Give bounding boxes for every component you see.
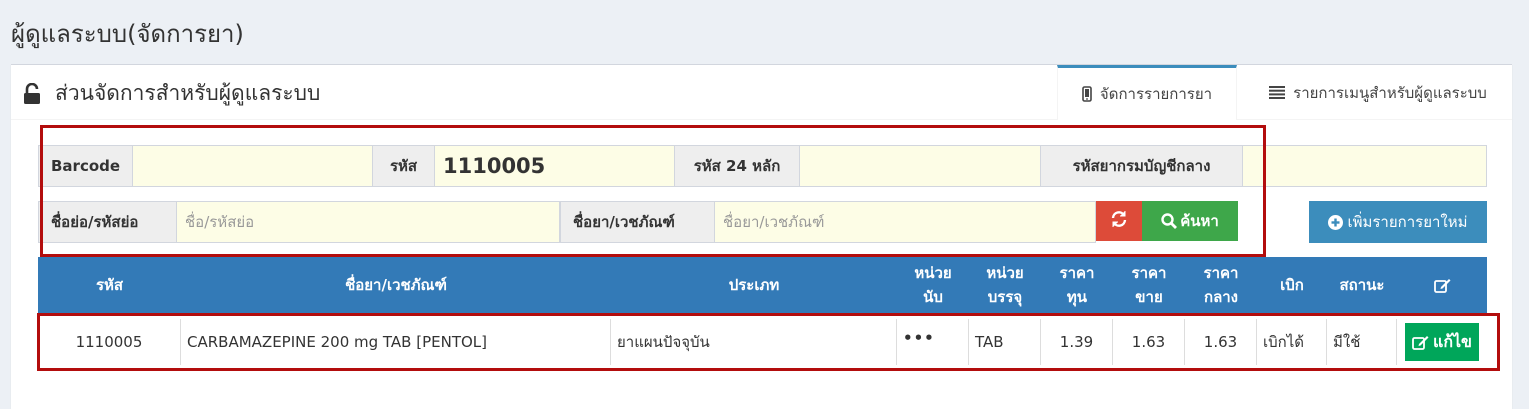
edit-icon [1433, 278, 1451, 293]
col-mid: ราคา กลาง [1185, 257, 1257, 313]
highlight-search-box [40, 125, 1266, 257]
add-drug-label: เพิ่มรายการยาใหม่ [1347, 213, 1468, 231]
col-count-unit: หน่วย นับ [897, 257, 969, 313]
col-pack-unit-2: บรรจุ [987, 288, 1023, 306]
tab-label: จัดการรายการยา [1099, 85, 1213, 103]
box-header: ส่วนจัดการสำหรับผู้ดูแลระบบ จัดการรายการ… [11, 65, 1512, 120]
col-code: รหัส [95, 276, 124, 294]
col-edit [1397, 257, 1487, 313]
col-count-unit-2: นับ [923, 288, 943, 306]
col-sell-1: ราคา [1131, 264, 1167, 282]
tab-manage-drugs[interactable]: จัดการรายการยา [1057, 65, 1237, 120]
box-title: ส่วนจัดการสำหรับผู้ดูแลระบบ [23, 77, 320, 110]
col-status: สถานะ [1339, 276, 1385, 294]
table-header: รหัส ชื่อยา/เวชภัณฑ์ ประเภท หน่วย นับ หน… [38, 257, 1487, 313]
tab-label: รายการเมนูสำหรับผู้ดูแลระบบ [1293, 83, 1487, 102]
col-cost-2: ทุน [1066, 288, 1088, 306]
col-cost-1: ราคา [1059, 264, 1095, 282]
col-pack-unit-1: หน่วย [986, 264, 1024, 282]
col-withdraw: เบิก [1280, 276, 1304, 294]
add-drug-button[interactable]: เพิ่มรายการยาใหม่ [1309, 201, 1487, 243]
box-title-text: ส่วนจัดการสำหรับผู้ดูแลระบบ [55, 81, 321, 105]
list-icon [1269, 86, 1286, 99]
tab-admin-menu[interactable]: รายการเมนูสำหรับผู้ดูแลระบบ [1249, 65, 1507, 120]
col-sell: ราคา ขาย [1113, 257, 1185, 313]
central-code-input[interactable] [1243, 146, 1486, 186]
page-title: ผู้ดูแลระบบ(จัดการยา) [11, 20, 244, 48]
highlight-row-box [37, 313, 1500, 371]
col-mid-2: กลาง [1203, 288, 1239, 306]
mobile-icon [1082, 86, 1092, 102]
col-sell-2: ขาย [1135, 288, 1163, 306]
col-name: ชื่อยา/เวชภัณฑ์ [345, 276, 447, 294]
plus-circle-icon [1328, 214, 1344, 230]
col-mid-1: ราคา [1203, 264, 1239, 282]
col-type: ประเภท [728, 276, 780, 294]
col-pack-unit: หน่วย บรรจุ [969, 257, 1041, 313]
col-cost: ราคา ทุน [1041, 257, 1113, 313]
col-count-unit-1: หน่วย [914, 264, 952, 282]
unlock-icon [23, 82, 41, 105]
